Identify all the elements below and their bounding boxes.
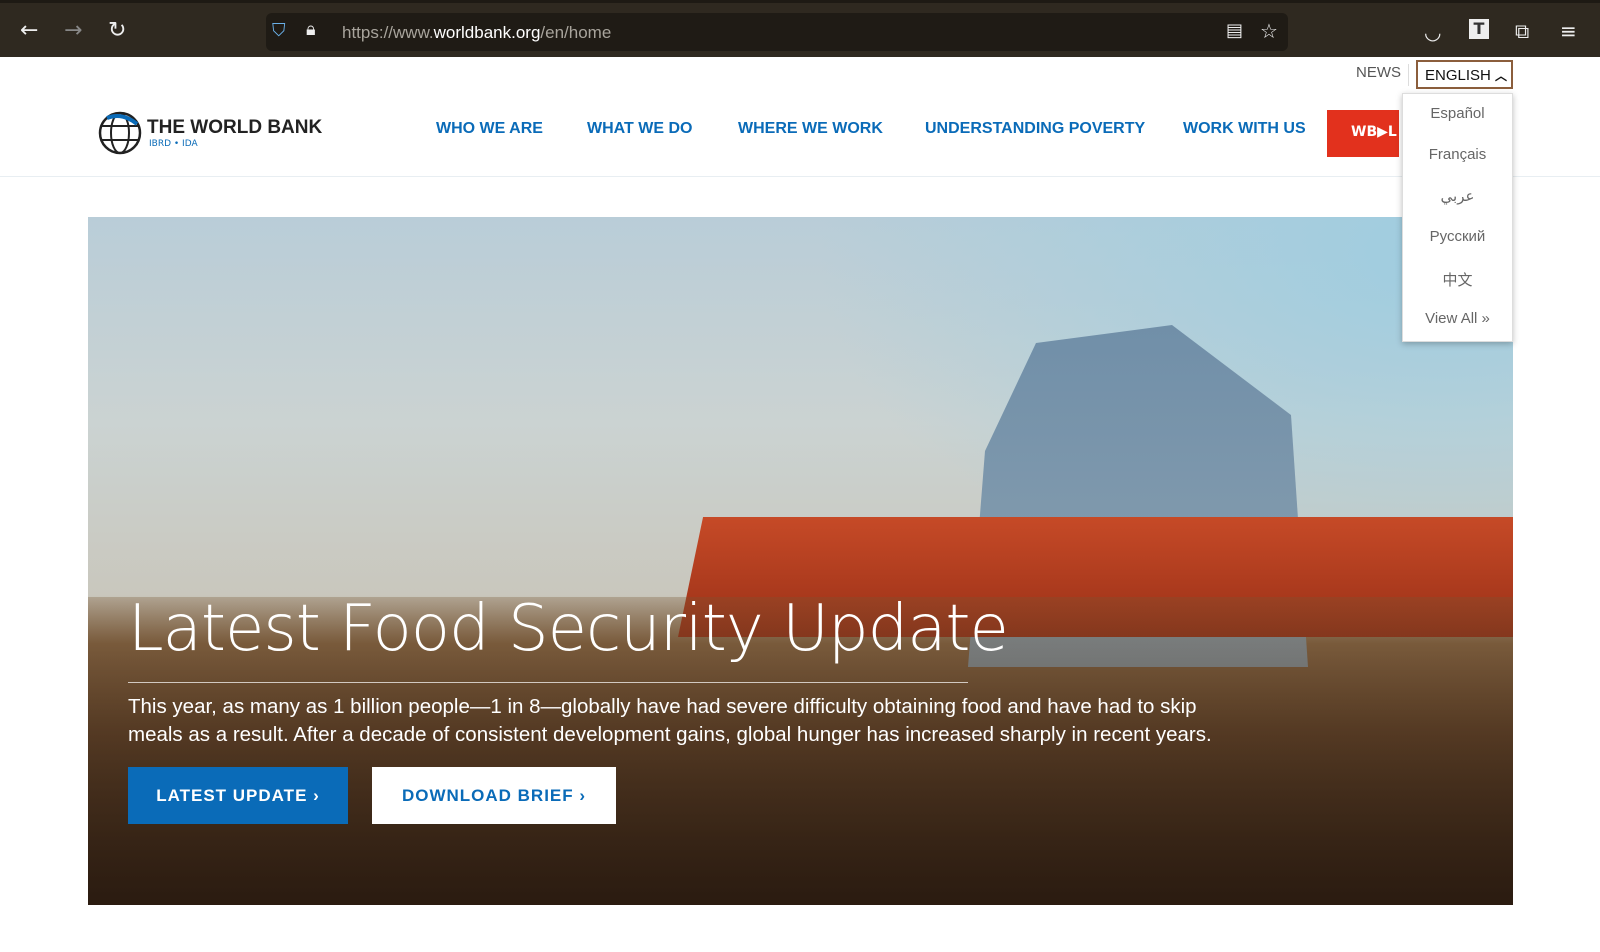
back-button[interactable]: ← bbox=[20, 19, 38, 43]
download-brief-button[interactable]: DOWNLOAD BRIEF › bbox=[372, 767, 616, 824]
forward-button[interactable]: → bbox=[64, 19, 82, 43]
hero-description: This year, as many as 1 billion people—1… bbox=[128, 695, 1212, 746]
nav-where-we-work[interactable]: WHERE WE WORK bbox=[738, 120, 883, 138]
language-selector[interactable]: ENGLISH ︿ bbox=[1416, 60, 1513, 89]
url-path: /en/home bbox=[540, 23, 612, 42]
logo-subtitle: IBRD • IDA bbox=[149, 139, 198, 149]
extension-t-icon[interactable]: T bbox=[1469, 19, 1489, 39]
hero-banner: Latest Food Security Update This year, a… bbox=[88, 217, 1513, 905]
divider bbox=[1408, 64, 1409, 86]
language-option-chinese[interactable]: 中文 bbox=[1403, 258, 1512, 299]
language-dropdown: Español Français عربي Русский 中文 View Al… bbox=[1402, 93, 1513, 342]
logo-title: THE WORLD BANK bbox=[147, 117, 323, 138]
lock-icon[interactable]: 🔒︎ bbox=[306, 19, 316, 40]
url-prefix: https://www. bbox=[342, 23, 434, 42]
nav-what-we-do[interactable]: WHAT WE DO bbox=[587, 120, 692, 138]
wb-live-button[interactable]: WB▶L bbox=[1327, 110, 1399, 157]
language-option-russian[interactable]: Русский bbox=[1403, 217, 1512, 258]
url-text[interactable]: https://www.worldbank.org/en/home bbox=[342, 23, 611, 43]
address-bar[interactable]: ⛉ 🔒︎ https://www.worldbank.org/en/home ▤… bbox=[266, 13, 1288, 51]
extensions-puzzle-icon[interactable]: ⧉ bbox=[1515, 19, 1529, 43]
language-view-all[interactable]: View All » bbox=[1403, 299, 1512, 340]
nav-work-with-us[interactable]: WORK WITH US bbox=[1183, 120, 1306, 138]
nav-who-we-are[interactable]: WHO WE ARE bbox=[436, 120, 543, 138]
nav-understanding-poverty[interactable]: UNDERSTANDING POVERTY bbox=[925, 120, 1145, 138]
latest-update-button[interactable]: LATEST UPDATE › bbox=[128, 767, 348, 824]
hero-title-underline bbox=[128, 682, 968, 683]
url-domain: worldbank.org bbox=[433, 23, 541, 42]
browser-toolbar: ← → ↻ ⛉ 🔒︎ https://www.worldbank.org/en/… bbox=[0, 0, 1600, 57]
reader-view-icon[interactable]: ▤ bbox=[1226, 20, 1243, 41]
header-divider bbox=[0, 176, 1600, 177]
news-link[interactable]: NEWS bbox=[1356, 64, 1401, 81]
menu-hamburger-icon[interactable]: ≡ bbox=[1560, 19, 1577, 43]
language-option-arabic[interactable]: عربي bbox=[1403, 176, 1512, 217]
language-option-francais[interactable]: Français bbox=[1403, 135, 1512, 176]
reload-button[interactable]: ↻ bbox=[108, 19, 126, 43]
globe-icon bbox=[98, 111, 142, 155]
hero-title: Latest Food Security Update bbox=[128, 592, 1009, 666]
world-bank-logo[interactable]: THE WORLD BANK IBRD • IDA bbox=[97, 110, 322, 160]
shield-icon[interactable]: ⛉ bbox=[272, 20, 286, 41]
language-label: ENGLISH bbox=[1425, 67, 1491, 84]
chevron-up-icon: ︿ bbox=[1495, 69, 1508, 83]
pocket-icon[interactable]: ◡ bbox=[1424, 20, 1441, 44]
bookmark-star-icon[interactable]: ☆ bbox=[1260, 19, 1278, 43]
language-option-espanol[interactable]: Español bbox=[1403, 94, 1512, 135]
